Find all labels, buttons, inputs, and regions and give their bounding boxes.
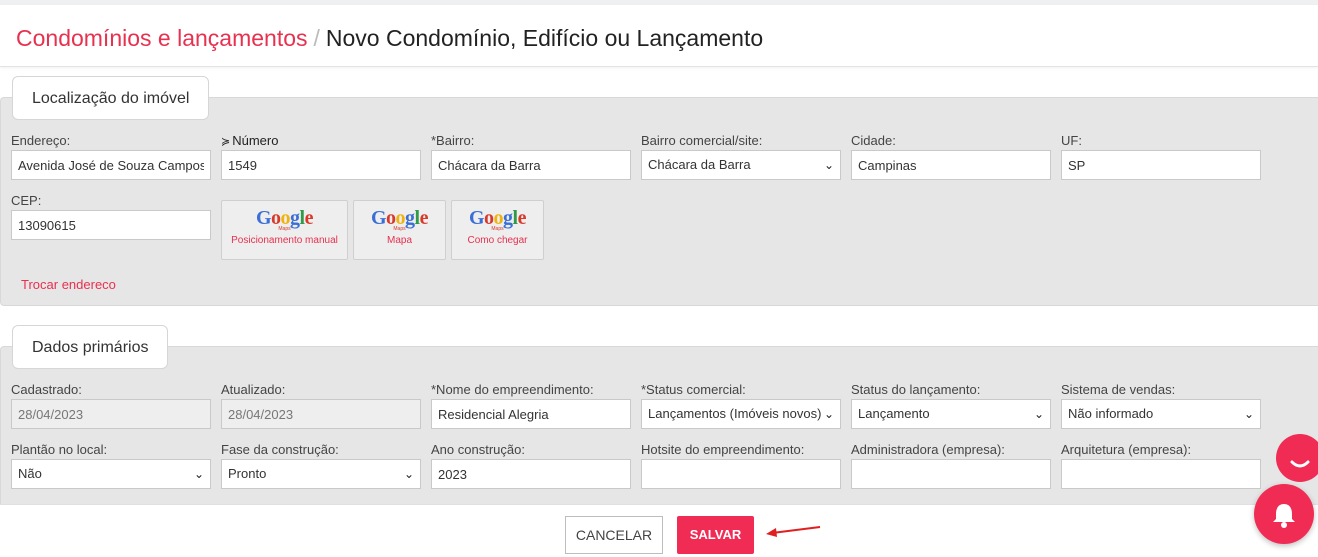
breadcrumb-parent-link[interactable]: Condomínios e lançamentos bbox=[16, 25, 308, 51]
bairro-comercial-field: Bairro comercial/site: Chácara da Barra ⌄ bbox=[641, 133, 841, 180]
google-button-caption: Como chegar bbox=[467, 235, 528, 246]
cidade-label: Cidade: bbox=[851, 133, 896, 148]
sistema-vendas-label: Sistema de vendas: bbox=[1061, 382, 1176, 397]
chevron-down-icon: ⌄ bbox=[1033, 407, 1044, 421]
cidade-input[interactable] bbox=[851, 150, 1051, 180]
administradora-input[interactable] bbox=[851, 459, 1051, 489]
status-comercial-field: *Status comercial: Lançamentos (Imóveis … bbox=[641, 382, 841, 429]
endereco-field: Endereço: bbox=[11, 133, 211, 180]
ano-input[interactable] bbox=[431, 459, 631, 489]
primary-panel-title: Dados primários bbox=[12, 325, 169, 369]
nome-input[interactable] bbox=[431, 399, 631, 429]
cep-input[interactable] bbox=[11, 210, 211, 240]
cadastrado-input bbox=[11, 399, 211, 429]
chevron-down-icon: ⌄ bbox=[193, 467, 204, 481]
nome-label: *Nome do empreendimento: bbox=[431, 382, 594, 397]
bell-icon bbox=[1273, 504, 1295, 528]
status-lancamento-label: Status do lançamento: bbox=[851, 382, 981, 397]
breadcrumb: Condomínios e lançamentos / Novo Condomíni… bbox=[16, 25, 763, 52]
numero-field: ≽ Número bbox=[221, 133, 421, 180]
form-footer: CANCELAR SALVAR bbox=[0, 504, 1318, 557]
atualizado-field: Atualizado: bbox=[221, 382, 421, 429]
notifications-button[interactable] bbox=[1254, 484, 1314, 544]
sistema-vendas-select[interactable]: Não informado ⌄ bbox=[1061, 399, 1261, 429]
cidade-field: Cidade: bbox=[851, 133, 1051, 180]
google-maps-logo: Google bbox=[255, 207, 314, 229]
cep-field: CEP: bbox=[11, 193, 211, 240]
google-directions-button[interactable]: Google Maps Como chegar bbox=[451, 200, 544, 260]
primary-data-panel bbox=[0, 346, 1318, 516]
administradora-label: Administradora (empresa): bbox=[851, 442, 1005, 457]
cep-label: CEP: bbox=[11, 193, 42, 208]
ano-label: Ano construção: bbox=[431, 442, 525, 457]
endereco-input[interactable] bbox=[11, 150, 211, 180]
page-title: Novo Condomínio, Edifício ou Lançamento bbox=[325, 25, 764, 51]
location-panel-title: Localização do imóvel bbox=[12, 76, 210, 120]
red-arrow-icon bbox=[766, 526, 821, 537]
administradora-field: Administradora (empresa): bbox=[851, 442, 1051, 489]
status-lancamento-field: Status do lançamento: Lançamento ⌄ bbox=[851, 382, 1051, 429]
arquitetura-label: Arquitetura (empresa): bbox=[1061, 442, 1192, 457]
chat-icon bbox=[1290, 460, 1310, 468]
google-maps-logo: Google bbox=[468, 207, 527, 229]
plantao-field: Plantão no local: Não ⌄ bbox=[11, 442, 211, 489]
cadastrado-field: Cadastrado: bbox=[11, 382, 211, 429]
arquitetura-input[interactable] bbox=[1061, 459, 1261, 489]
sistema-vendas-field: Sistema de vendas: Não informado ⌄ bbox=[1061, 382, 1261, 429]
plantao-label: Plantão no local: bbox=[11, 442, 108, 457]
bairro-comercial-label: Bairro comercial/site: bbox=[641, 133, 763, 148]
uf-input[interactable] bbox=[1061, 150, 1261, 180]
plantao-select[interactable]: Não ⌄ bbox=[11, 459, 211, 489]
uf-label: UF: bbox=[1061, 133, 1082, 148]
google-map-button[interactable]: Google Maps Mapa bbox=[353, 200, 446, 260]
bairro-field: *Bairro: bbox=[431, 133, 631, 180]
status-comercial-label: *Status comercial: bbox=[641, 382, 746, 397]
hotsite-field: Hotsite do empreendimento: bbox=[641, 442, 841, 489]
status-comercial-select[interactable]: Lançamentos (Imóveis novos) ⌄ bbox=[641, 399, 841, 429]
ano-field: Ano construção: bbox=[431, 442, 631, 489]
cancel-button[interactable]: CANCELAR bbox=[565, 516, 663, 554]
fase-label: Fase da construção: bbox=[221, 442, 339, 457]
fase-field: Fase da construção: Pronto ⌄ bbox=[221, 442, 421, 489]
save-button[interactable]: SALVAR bbox=[677, 516, 754, 554]
bairro-input[interactable] bbox=[431, 150, 631, 180]
numero-input[interactable] bbox=[221, 150, 421, 180]
google-button-caption: Mapa bbox=[386, 235, 412, 246]
status-lancamento-select[interactable]: Lançamento ⌄ bbox=[851, 399, 1051, 429]
arquitetura-field: Arquitetura (empresa): bbox=[1061, 442, 1261, 489]
cadastrado-label: Cadastrado: bbox=[11, 382, 82, 397]
atualizado-label: Atualizado: bbox=[221, 382, 286, 397]
atualizado-input bbox=[221, 399, 421, 429]
page-header: Condomínios e lançamentos / Novo Condomíni… bbox=[0, 5, 1318, 67]
hotsite-label: Hotsite do empreendimento: bbox=[641, 442, 805, 457]
hotsite-input[interactable] bbox=[641, 459, 841, 489]
trocar-endereco-link[interactable]: Trocar endereco bbox=[21, 277, 116, 292]
nome-field: *Nome do empreendimento: bbox=[431, 382, 631, 429]
breadcrumb-separator: / bbox=[313, 25, 320, 51]
bairro-comercial-select[interactable]: Chácara da Barra ⌄ bbox=[641, 150, 841, 180]
bairro-label: *Bairro: bbox=[431, 133, 475, 148]
google-maps-logo: Google bbox=[370, 207, 429, 229]
chevron-down-icon: ⌄ bbox=[823, 158, 834, 172]
chevron-down-icon: ⌄ bbox=[403, 467, 414, 481]
chevron-down-icon: ⌄ bbox=[1243, 407, 1254, 421]
chat-button[interactable] bbox=[1276, 434, 1318, 482]
uf-field: UF: bbox=[1061, 133, 1261, 180]
google-manual-position-button[interactable]: Google Maps Posicionamento manual bbox=[221, 200, 348, 260]
double-chevron-down-icon: ≽ bbox=[221, 136, 231, 148]
chevron-down-icon: ⌄ bbox=[823, 407, 834, 421]
google-button-caption: Posicionamento manual bbox=[231, 235, 338, 246]
numero-label: ≽ Número bbox=[221, 133, 279, 148]
fase-select[interactable]: Pronto ⌄ bbox=[221, 459, 421, 489]
endereco-label: Endereço: bbox=[11, 133, 71, 148]
